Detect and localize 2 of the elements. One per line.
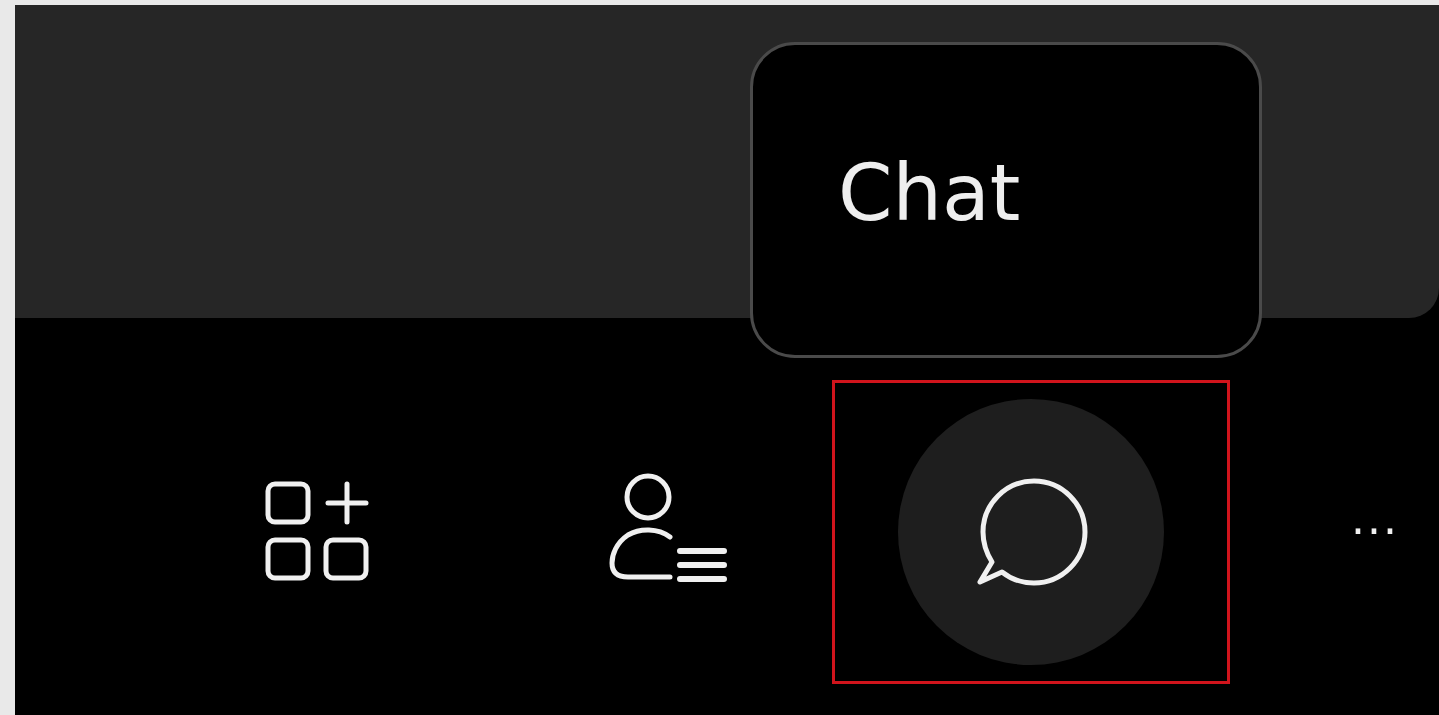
tooltip-text: Chat	[838, 146, 1021, 240]
more-button[interactable]: ···	[1351, 510, 1399, 554]
